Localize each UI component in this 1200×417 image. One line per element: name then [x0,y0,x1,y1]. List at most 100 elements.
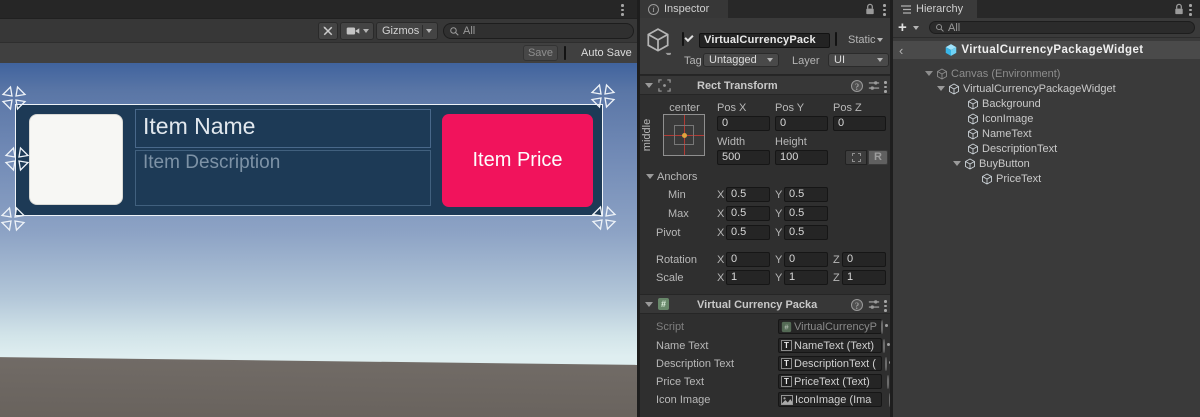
axis-y-label: Y [775,227,782,239]
virtual-currency-component-header[interactable]: # Virtual Currency Packa ? [640,294,890,314]
presets-icon[interactable] [868,80,880,91]
text-component-icon: T [781,376,792,387]
pivot-x-input[interactable]: 0.5 [726,225,770,240]
max-x-input[interactable]: 0.5 [726,206,770,221]
foldout-arrow-icon[interactable] [925,71,933,76]
rotation-y-input[interactable]: 0 [784,252,828,267]
width-input[interactable]: 500 [717,150,770,165]
hierarchy-tab-label: Hierarchy [916,3,963,15]
tag-dropdown[interactable]: Untagged [703,53,779,67]
component-kebab-icon[interactable] [884,300,887,312]
create-dropdown-arrow[interactable] [913,26,919,30]
name-text-object-field[interactable]: T NameText (Text) [778,338,882,353]
object-picker-icon[interactable] [887,375,889,389]
static-dropdown-arrow[interactable] [877,38,883,42]
tree-item-nametext[interactable]: NameText [893,126,1200,141]
widget-name-text[interactable]: Item Name [135,109,431,148]
pivot-y-input[interactable]: 0.5 [784,225,828,240]
min-y-input[interactable]: 0.5 [784,187,828,202]
rotation-x-input[interactable]: 0 [726,252,770,267]
anchor-horizontal-label: center [663,102,706,114]
gameobject-cube-icon[interactable] [645,27,671,55]
rotation-label: Rotation [656,254,697,266]
description-text-object-value: DescriptionText ( [794,358,876,370]
gameobject-name-field[interactable]: VirtualCurrencyPack [699,33,830,48]
price-text-row-label: Price Text [656,376,704,388]
tree-item-pricetext[interactable]: PriceText [893,171,1200,186]
foldout-arrow-icon[interactable] [953,161,961,166]
hierarchy-panel: Hierarchy + All ‹ [893,0,1200,417]
pos-z-input[interactable]: 0 [833,116,886,131]
inspector-kebab-menu-icon[interactable] [883,4,886,16]
price-text-object-field[interactable]: T PriceText (Text) [778,374,882,389]
min-x-input[interactable]: 0.5 [726,187,770,202]
widget-buy-button[interactable]: Item Price [442,114,593,207]
scene-camera-button[interactable] [340,22,374,40]
icon-image-object-value: IconImage (Ima [795,394,871,406]
static-checkbox[interactable] [835,32,837,46]
tree-item-background[interactable]: Background [893,96,1200,111]
active-checkbox[interactable] [682,32,684,46]
lock-icon[interactable] [1173,3,1185,16]
description-text-object-field[interactable]: T DescriptionText ( [778,356,882,371]
pos-x-input[interactable]: 0 [717,116,770,131]
gameobject-cube-icon [967,128,979,140]
tree-item-iconimage[interactable]: IconImage [893,111,1200,126]
save-button[interactable]: Save [523,45,558,61]
auto-save-checkbox[interactable] [564,46,566,60]
pos-y-input[interactable]: 0 [775,116,828,131]
scale-x-input[interactable]: 1 [726,270,770,285]
scene-view-panel: Gizmos All Save Auto Save Item Name [0,0,637,417]
height-input[interactable]: 100 [775,150,828,165]
help-icon[interactable]: ? [851,299,863,311]
presets-icon[interactable] [868,299,880,310]
foldout-arrow-icon[interactable] [937,86,945,91]
script-object-field[interactable]: # VirtualCurrencyP [778,319,882,334]
pos-y-label: Pos Y [775,102,804,114]
raw-edit-mode-button[interactable]: R [868,150,888,165]
help-icon[interactable]: ? [851,80,863,92]
layer-dropdown[interactable]: UI [828,53,889,67]
scene-kebab-menu-icon[interactable] [621,4,624,16]
scale-label: Scale [656,272,684,284]
component-kebab-icon[interactable] [884,81,887,93]
currency-widget-panel[interactable]: Item Name Item Description Item Price [15,104,603,216]
scale-z-input[interactable]: 1 [842,270,886,285]
widget-icon-image[interactable] [29,114,123,205]
hierarchy-kebab-menu-icon[interactable] [1189,4,1192,16]
scale-y-input[interactable]: 1 [784,270,828,285]
rotation-z-input[interactable]: 0 [842,252,886,267]
blueprint-mode-button[interactable] [845,150,867,165]
scene-tab-strip [0,0,637,18]
scene-viewport[interactable]: Item Name Item Description Item Price [0,63,637,417]
rect-transform-header[interactable]: Rect Transform ? [640,75,890,95]
foldout-arrow-icon[interactable] [645,302,653,307]
icon-image-object-field[interactable]: IconImage (Ima [778,392,882,407]
tree-item-canvas[interactable]: Canvas (Environment) [893,66,1200,81]
anchors-foldout-arrow[interactable] [646,174,654,179]
tab-inspector[interactable]: i Inspector [640,0,728,18]
object-picker-icon[interactable] [883,339,885,353]
anchor-preset-widget[interactable] [663,114,705,156]
unity-editor-window: Gizmos All Save Auto Save Item Name [0,0,1200,417]
back-arrow[interactable]: ‹ [899,43,903,58]
tools-button[interactable] [318,22,338,40]
object-picker-icon[interactable] [885,357,887,371]
tree-item-virtualcurrencypackagewidget[interactable]: VirtualCurrencyPackageWidget [893,81,1200,96]
object-picker-icon[interactable] [881,320,883,334]
widget-description-text[interactable]: Item Description [135,150,431,206]
prefab-root-title[interactable]: VirtualCurrencyPackageWidget [961,44,1143,56]
scene-search-input[interactable]: All [443,23,634,39]
tree-item-buybutton[interactable]: BuyButton [893,156,1200,171]
create-button[interactable]: + [898,19,907,36]
image-component-icon [781,395,793,405]
gameobject-cube-icon [964,158,976,170]
foldout-arrow-icon[interactable] [645,83,653,88]
hierarchy-search-input[interactable]: All [929,21,1195,34]
lock-icon[interactable] [864,3,876,16]
prefab-save-row: Save Auto Save [0,42,637,63]
tree-item-descriptiontext[interactable]: DescriptionText [893,141,1200,156]
tab-hierarchy[interactable]: Hierarchy [893,0,977,18]
max-y-input[interactable]: 0.5 [784,206,828,221]
gizmos-dropdown[interactable]: Gizmos [376,22,438,40]
